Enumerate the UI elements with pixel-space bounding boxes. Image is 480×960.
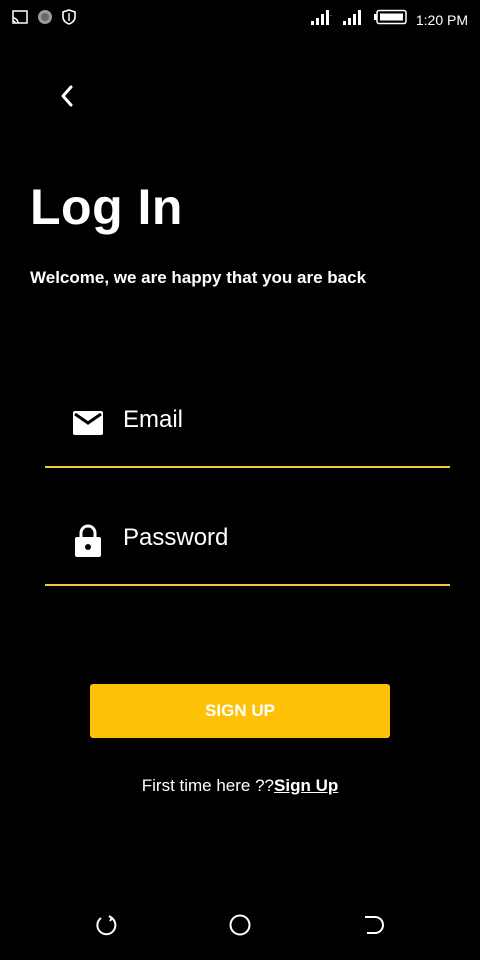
status-bar: . 1:20 PM [0, 0, 480, 36]
signal-icon: . [310, 8, 334, 31]
mail-icon [71, 406, 105, 440]
shield-icon [62, 9, 76, 30]
svg-text:.: . [330, 11, 332, 18]
recent-apps-icon [96, 915, 117, 936]
home-button[interactable] [227, 912, 253, 938]
circle-notification-icon [37, 9, 53, 30]
sign-up-button[interactable]: SIGN UP [90, 684, 390, 738]
back-icon [365, 916, 384, 934]
page-subtitle: Welcome, we are happy that you are back [30, 268, 367, 287]
home-icon [229, 914, 251, 936]
signup-link[interactable]: Sign Up [274, 776, 338, 795]
email-field [45, 386, 450, 468]
signup-prompt-row: First time here ??Sign Up [0, 776, 480, 796]
password-field [45, 504, 450, 586]
email-input[interactable] [123, 400, 423, 440]
recent-apps-button[interactable] [94, 912, 120, 938]
status-right-icons: . 1:20 PM [310, 8, 468, 31]
lock-icon [71, 524, 105, 558]
password-input[interactable] [123, 518, 423, 558]
page-title: Log In [30, 179, 183, 235]
nav-back-button[interactable] [360, 912, 386, 938]
signal-icon [342, 8, 366, 31]
cast-icon [12, 10, 28, 29]
status-left-icons [12, 9, 76, 30]
system-nav-bar [0, 900, 480, 948]
back-button[interactable] [52, 80, 82, 112]
battery-icon [373, 9, 408, 30]
status-time: 1:20 PM [415, 11, 468, 28]
chevron-left-icon [61, 85, 73, 107]
signup-prompt-text: First time here ?? [141, 776, 275, 795]
